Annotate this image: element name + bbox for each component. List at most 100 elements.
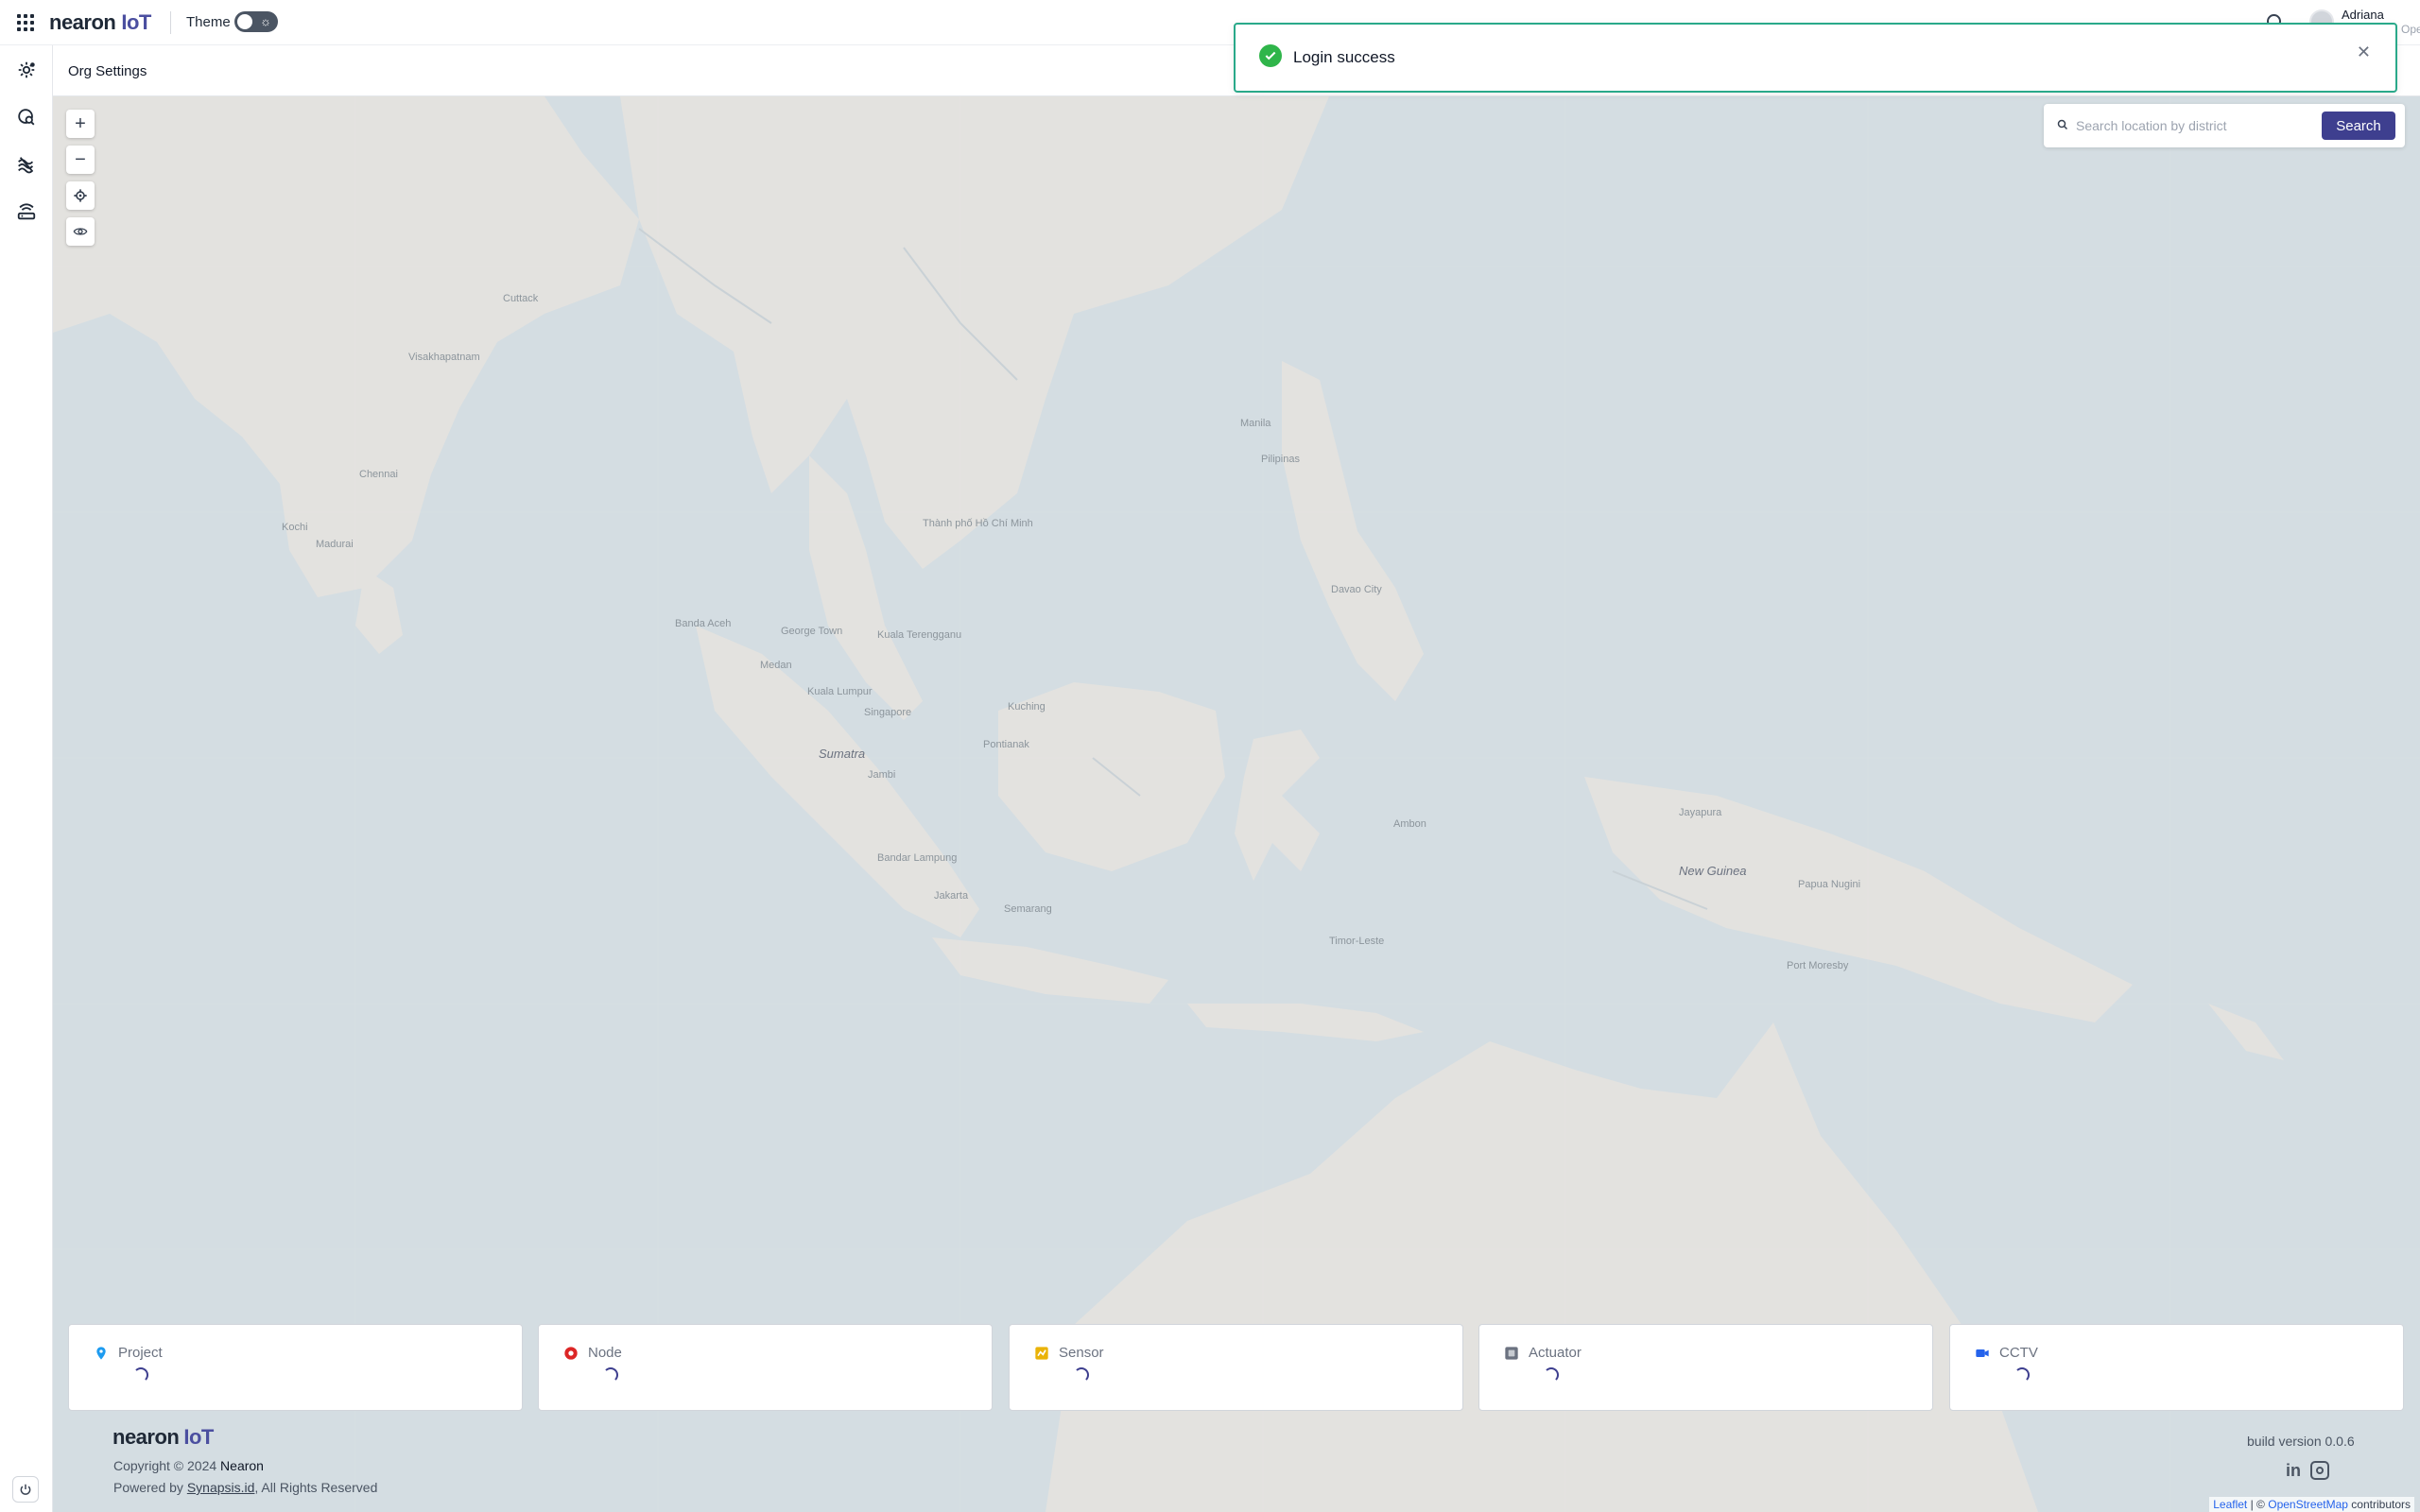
theme-label: Theme — [186, 14, 231, 30]
map-label: Pontianak — [983, 739, 1029, 750]
logo-brand: nearon — [49, 10, 116, 34]
copyright-prefix: Copyright © 2024 — [113, 1458, 217, 1473]
map-label: New Guinea — [1679, 864, 1747, 878]
login-toast: Login success ✕ — [1234, 23, 2397, 93]
stat-card-cctv[interactable]: CCTV — [1949, 1324, 2404, 1411]
map-label: Sumatra — [819, 747, 866, 761]
stat-label: Sensor — [1059, 1345, 1104, 1361]
map-label: Timor-Leste — [1329, 936, 1385, 947]
attribution-separator: | © — [2250, 1498, 2265, 1511]
powered-by: Powered by Synapsis.id, All Rights Reser… — [113, 1480, 377, 1495]
stats-row: Project Node Sensor Actuator CCTV — [68, 1324, 2405, 1411]
map-label: Ambon — [1393, 818, 1426, 830]
map-attribution: Leaflet | © OpenStreetMap contributors — [2209, 1497, 2414, 1512]
sun-icon: ☼ — [260, 14, 271, 28]
map-label: Papua Nugini — [1798, 879, 1861, 890]
logo-suffix: IoT — [121, 10, 151, 34]
location-search-input[interactable] — [2076, 113, 2284, 138]
instagram-icon[interactable] — [2310, 1461, 2329, 1480]
loading-spinner — [1544, 1367, 1559, 1383]
powered-prefix: Powered by — [113, 1480, 183, 1495]
map-label: Bandar Lampung — [877, 852, 958, 864]
map-label: Kochi — [282, 522, 308, 533]
map-label: Singapore — [864, 707, 912, 718]
app-logo[interactable]: nearon IoT — [49, 10, 151, 35]
map-label: Jayapura — [1679, 807, 1722, 818]
sensor-wave-icon[interactable] — [13, 151, 40, 178]
map-label: George Town — [781, 626, 843, 637]
user-role: Operator — [2401, 23, 2420, 36]
header-divider — [170, 11, 171, 34]
loading-spinner — [603, 1367, 618, 1383]
theme-toggle[interactable]: ☼ — [234, 11, 278, 32]
toggle-knob — [237, 14, 252, 29]
synapsis-link[interactable]: Synapsis.id — [187, 1480, 255, 1495]
location-search-icon[interactable] — [13, 104, 40, 130]
stat-label: Project — [118, 1345, 163, 1361]
stat-card-project[interactable]: Project — [68, 1324, 523, 1411]
map-label: Pilipinas — [1261, 454, 1300, 465]
check-circle-icon — [1259, 44, 1282, 67]
org-settings-gear-icon[interactable] — [13, 57, 40, 83]
stat-card-actuator[interactable]: Actuator — [1478, 1324, 1933, 1411]
osm-link[interactable]: OpenStreetMap — [2268, 1498, 2348, 1511]
toast-message: Login success — [1293, 48, 1395, 66]
map-label: Davao City — [1331, 584, 1382, 595]
search-icon — [2057, 119, 2068, 130]
sensor-icon — [1035, 1347, 1048, 1360]
map-label: Jakarta — [934, 890, 969, 902]
map-label: Cuttack — [503, 293, 539, 304]
map-label: Visakhapatnam — [408, 352, 480, 363]
stat-card-node[interactable]: Node — [538, 1324, 993, 1411]
build-version: build version 0.0.6 — [2247, 1434, 2355, 1449]
eye-icon[interactable] — [66, 217, 95, 246]
map-label: Semarang — [1004, 903, 1052, 915]
footer-logo-suffix: IoT — [183, 1425, 214, 1449]
user-name[interactable]: Adriana — [2342, 8, 2384, 22]
search-button[interactable]: Search — [2322, 112, 2395, 140]
close-icon[interactable]: ✕ — [2357, 43, 2371, 62]
actuator-icon — [1505, 1347, 1518, 1360]
map-tiles — [53, 96, 2420, 1512]
map-label: Jambi — [868, 769, 896, 781]
zoom-out-button[interactable]: − — [66, 146, 95, 174]
logout-power-icon[interactable] — [12, 1476, 39, 1503]
stat-label: Actuator — [1529, 1345, 1582, 1361]
stat-card-sensor[interactable]: Sensor — [1009, 1324, 1463, 1411]
cctv-icon — [1976, 1349, 1989, 1357]
powered-suffix: , All Rights Reserved — [254, 1480, 378, 1495]
apps-grid-icon[interactable] — [15, 12, 36, 33]
map-label: Kuala Terengganu — [877, 629, 962, 641]
map-search-bar: Search — [2044, 104, 2405, 147]
map-label: Kuching — [1008, 701, 1046, 713]
router-icon[interactable] — [13, 198, 40, 225]
locate-crosshair-icon[interactable] — [66, 181, 95, 210]
map-label: Thành phố Hồ Chí Minh — [923, 518, 1033, 529]
linkedin-icon[interactable]: in — [2286, 1461, 2301, 1481]
map-label: Port Moresby — [1787, 960, 1849, 971]
loading-spinner — [133, 1367, 148, 1383]
footer-logo: nearon IoT — [112, 1425, 214, 1450]
map-canvas[interactable]: Sumatra New Guinea Jayapura Papua Nugini… — [53, 96, 2420, 1512]
zoom-in-button[interactable]: + — [66, 110, 95, 138]
stat-label: Node — [588, 1345, 622, 1361]
node-icon — [564, 1347, 578, 1360]
loading-spinner — [2014, 1367, 2030, 1383]
map-label: Manila — [1240, 418, 1271, 429]
leaflet-link[interactable]: Leaflet — [2213, 1498, 2247, 1511]
sidebar — [0, 45, 53, 1512]
map-label: Chennai — [359, 469, 398, 480]
map-label: Madurai — [316, 539, 354, 550]
loading-spinner — [1074, 1367, 1089, 1383]
copyright: Copyright © 2024 Nearon — [113, 1458, 264, 1473]
page-title: Org Settings — [68, 63, 147, 79]
map-label: Banda Aceh — [675, 618, 732, 629]
attribution-contributors: contributors — [2351, 1498, 2411, 1511]
map-label: Medan — [760, 660, 792, 671]
map-pin-icon — [96, 1347, 106, 1360]
copyright-company: Nearon — [220, 1458, 264, 1473]
map-controls: + − — [66, 110, 95, 249]
map-label: Kuala Lumpur — [807, 686, 873, 697]
footer-logo-brand: nearon — [112, 1425, 180, 1449]
stat-label: CCTV — [1999, 1345, 2038, 1361]
